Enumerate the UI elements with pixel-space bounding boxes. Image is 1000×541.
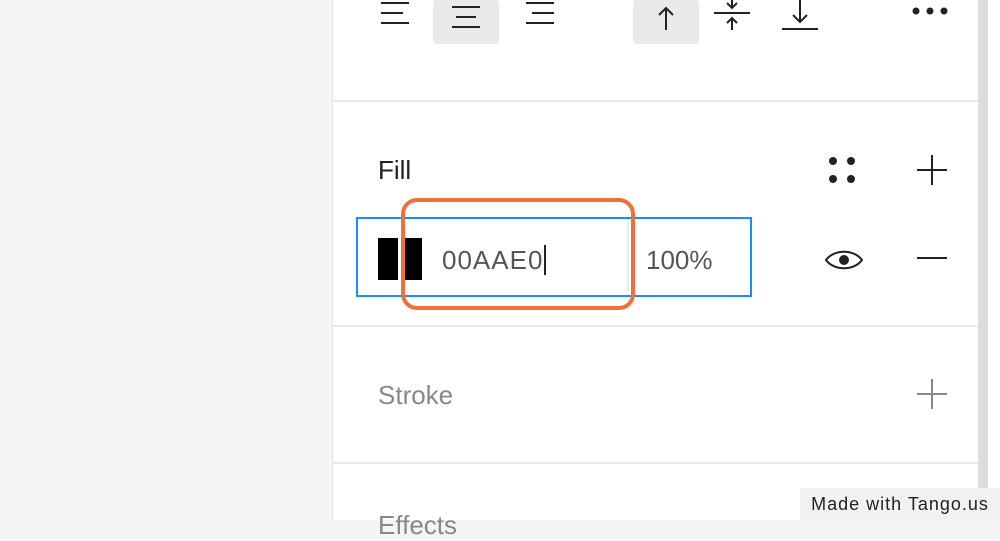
plus-icon [917,379,947,409]
hex-color-input[interactable]: 00AAE0 [442,240,622,280]
tango-watermark: Made with Tango.us [800,488,1000,520]
add-stroke-button[interactable] [912,374,952,414]
effects-section-title: Effects [378,510,458,540]
align-left-icon [381,2,409,24]
align-middle-icon [714,0,750,30]
minus-icon [917,257,947,259]
scrollbar-track[interactable] [978,0,988,520]
stroke-section-title: Stroke [378,380,454,410]
align-right-button[interactable] [522,0,558,36]
section-divider [332,325,978,327]
section-divider [332,462,978,464]
eye-icon [824,250,864,270]
align-middle-button[interactable] [712,0,752,36]
plus-icon [917,155,947,185]
section-divider [332,100,978,102]
align-center-icon [452,6,480,28]
fill-section-title: Fill [378,155,412,185]
add-fill-button[interactable] [912,150,952,190]
more-button[interactable] [904,0,956,24]
input-separator [627,222,629,292]
toggle-visibility-button[interactable] [822,240,866,280]
align-center-button[interactable] [433,0,499,44]
hex-value: 00AAE0 [442,245,544,275]
canvas-area[interactable] [0,0,332,520]
align-top-icon [658,6,674,30]
swatch-divider [398,238,401,280]
align-bottom-button[interactable] [780,0,820,36]
remove-fill-button[interactable] [912,240,952,280]
style-grid-icon [829,157,855,183]
panel-scrollbar[interactable] [978,0,1000,520]
fill-opacity-input[interactable]: 100% [646,240,736,280]
fill-styles-button[interactable] [822,150,862,190]
align-left-button[interactable] [378,0,414,36]
text-caret [544,245,547,275]
align-top-button[interactable] [633,0,699,44]
align-bottom-icon [782,0,818,30]
more-icon [912,7,948,15]
align-right-icon [526,2,554,24]
